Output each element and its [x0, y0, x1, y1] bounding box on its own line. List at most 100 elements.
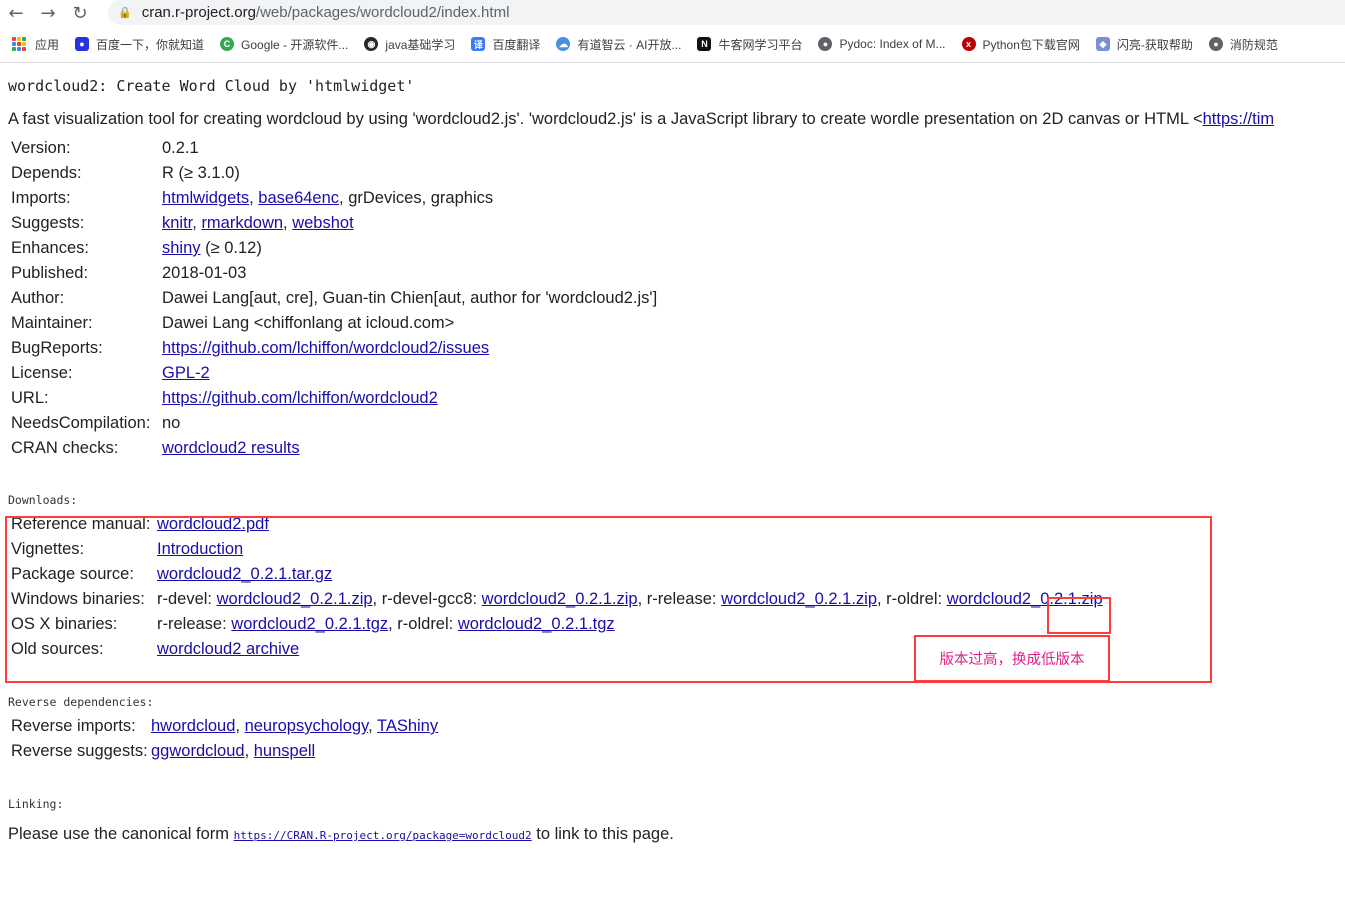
bookmark-label: Python包下载官网	[982, 37, 1080, 52]
reverse-suggests-value: ggwordcloud, hunspell	[151, 742, 316, 760]
reverse-suggest-link-hunspell[interactable]: hunspell	[254, 742, 315, 760]
field-label: License:	[11, 364, 73, 382]
field-label: Reverse imports:	[11, 717, 136, 735]
url-value: https://github.com/lchiffon/wordcloud2	[162, 386, 657, 411]
url-host: cran.r-project.org	[141, 4, 256, 21]
maintainer-value: Dawei Lang <chiffonlang at icloud.com>	[162, 314, 455, 332]
field-label: Reverse suggests:	[11, 742, 148, 760]
table-row: Depends: R (≥ 3.1.0)	[11, 161, 657, 186]
bookmark-label: 有道智云 · AI开放...	[577, 37, 682, 52]
field-label: Published:	[11, 264, 89, 282]
annotation-note: 版本过高，换成低版本	[939, 652, 1085, 668]
forward-arrow-icon[interactable]: →	[32, 0, 64, 26]
imports-rest: , grDevices, graphics	[339, 189, 494, 207]
table-row: URL: https://github.com/lchiffon/wordclo…	[11, 386, 657, 411]
baidu-paw-icon: ●	[75, 37, 90, 51]
table-row: Suggests: knitr, rmarkdown, webshot	[11, 211, 657, 236]
bookmark-apps[interactable]: 应用	[12, 36, 59, 53]
version-value: 0.2.1	[162, 139, 199, 157]
enhances-link-shiny[interactable]: shiny	[162, 239, 201, 257]
chrome-icon: C	[220, 37, 235, 51]
table-row: Published: 2018-01-03	[11, 261, 657, 286]
nowcoder-icon: N	[697, 37, 712, 51]
bookmark-label: Google - 开源软件...	[241, 37, 349, 52]
bookmark-label: 消防规范	[1229, 37, 1278, 52]
field-label: Imports:	[11, 189, 71, 207]
reverse-import-link-tashiny[interactable]: TAShiny	[377, 717, 438, 735]
python-pkg-icon: x	[961, 37, 976, 51]
bookmarks-bar: 应用 ● 百度一下，你就知道 C Google - 开源软件... ◉ java…	[0, 26, 1345, 63]
bookmark-python-pkg[interactable]: x Python包下载官网	[961, 36, 1080, 53]
table-row: CRAN checks: wordcloud2 results	[11, 436, 657, 461]
bugreports-value: https://github.com/lchiffon/wordcloud2/i…	[162, 336, 657, 361]
back-arrow-icon[interactable]: ←	[0, 0, 32, 26]
bookmark-label: 百度翻译	[492, 37, 541, 52]
description-link[interactable]: https://tim	[1203, 110, 1275, 128]
globe-icon: ●	[1208, 37, 1223, 51]
cran-checks-value: wordcloud2 results	[162, 436, 657, 461]
bookmark-shiny[interactable]: ◆ 闪亮-获取帮助	[1095, 36, 1193, 53]
linking-text-before: Please use the canonical form	[8, 825, 234, 843]
bookmark-pydoc[interactable]: ● Pydoc: Index of M...	[818, 37, 946, 51]
license-value: GPL-2	[162, 361, 657, 386]
version-highlight-box	[1047, 597, 1111, 634]
bookmark-youdao[interactable]: ☁ 有道智云 · AI开放...	[556, 36, 681, 53]
suggests-value: knitr, rmarkdown, webshot	[162, 214, 354, 232]
linking-text-after: to link to this page.	[531, 825, 674, 843]
page-title: wordcloud2: Create Word Cloud by 'htmlwi…	[8, 77, 415, 95]
suggests-link-webshot[interactable]: webshot	[292, 214, 353, 232]
cloud-icon: ☁	[556, 37, 571, 51]
reload-icon[interactable]: ↻	[64, 0, 96, 26]
imports-link-htmlwidgets[interactable]: htmlwidgets	[162, 189, 249, 207]
bookmark-baidu-translate[interactable]: 译 百度翻译	[471, 36, 540, 53]
bookmark-nowcoder[interactable]: N 牛客网学习平台	[697, 36, 802, 53]
field-label: Maintainer:	[11, 314, 93, 332]
package-metadata-table: Version: 0.2.1 Depends: R (≥ 3.1.0) Impo…	[11, 136, 657, 461]
reverse-imports-value: hwordcloud, neuropsychology, TAShiny	[151, 717, 439, 735]
bookmark-google[interactable]: C Google - 开源软件...	[220, 36, 348, 53]
globe-icon: ●	[818, 37, 833, 51]
suggests-link-knitr[interactable]: knitr	[162, 214, 192, 232]
bookmark-label: 牛客网学习平台	[718, 37, 803, 52]
bookmark-baidu[interactable]: ● 百度一下，你就知道	[75, 36, 204, 53]
url-link[interactable]: https://github.com/lchiffon/wordcloud2	[162, 389, 438, 407]
published-value: 2018-01-03	[162, 264, 247, 282]
package-description: A fast visualization tool for creating w…	[8, 110, 1274, 129]
table-row: Author: Dawei Lang[aut, cre], Guan-tin C…	[11, 286, 657, 311]
cran-checks-link[interactable]: wordcloud2 results	[162, 439, 300, 457]
bookmark-label: java基础学习	[385, 37, 456, 52]
table-row: License: GPL-2	[11, 361, 657, 386]
table-row: NeedsCompilation: no	[11, 411, 657, 436]
bugreports-link[interactable]: https://github.com/lchiffon/wordcloud2/i…	[162, 339, 489, 357]
bookmark-label: Pydoc: Index of M...	[839, 37, 946, 51]
bookmark-label: 百度一下，你就知道	[96, 37, 205, 52]
table-row: BugReports: https://github.com/lchiffon/…	[11, 336, 657, 361]
description-text: A fast visualization tool for creating w…	[8, 110, 1203, 128]
field-label: Version:	[11, 139, 71, 157]
enhances-rest: (≥ 0.12)	[200, 239, 262, 257]
reverse-import-link-hwordcloud[interactable]: hwordcloud	[151, 717, 235, 735]
enhances-value: shiny (≥ 0.12)	[162, 236, 657, 261]
browser-toolbar: ← → ↻ 🔒 cran.r-project.org/web/packages/…	[0, 0, 1345, 26]
imports-link-base64enc[interactable]: base64enc	[258, 189, 339, 207]
apps-grid-icon	[12, 37, 26, 51]
bookmark-fire-code[interactable]: ● 消防规范	[1208, 36, 1278, 53]
suggests-link-rmarkdown[interactable]: rmarkdown	[201, 214, 283, 232]
field-label: Suggests:	[11, 214, 85, 232]
imports-value: htmlwidgets, base64enc, grDevices, graph…	[162, 189, 494, 207]
field-label: BugReports:	[11, 339, 103, 357]
license-link[interactable]: GPL-2	[162, 364, 210, 382]
reverse-suggest-link-ggwordcloud[interactable]: ggwordcloud	[151, 742, 245, 760]
table-row: Imports: htmlwidgets, base64enc, grDevic…	[11, 186, 657, 211]
linking-heading: Linking:	[8, 797, 64, 811]
address-bar[interactable]: 🔒 cran.r-project.org/web/packages/wordcl…	[108, 0, 1345, 25]
reverse-dependencies-table: Reverse imports: hwordcloud, neuropsycho…	[11, 714, 438, 764]
url-path: /web/packages/wordcloud2/index.html	[255, 4, 510, 21]
reverse-import-link-neuropsychology[interactable]: neuropsychology	[245, 717, 369, 735]
bookmark-java[interactable]: ◉ java基础学习	[364, 36, 455, 53]
field-label: NeedsCompilation:	[11, 414, 151, 432]
reverse-dependencies-heading: Reverse dependencies:	[8, 695, 154, 709]
bookmark-label: 应用	[35, 37, 60, 52]
canonical-url-link[interactable]: https://CRAN.R-project.org/package=wordc…	[234, 829, 532, 842]
translate-icon: 译	[471, 37, 486, 51]
